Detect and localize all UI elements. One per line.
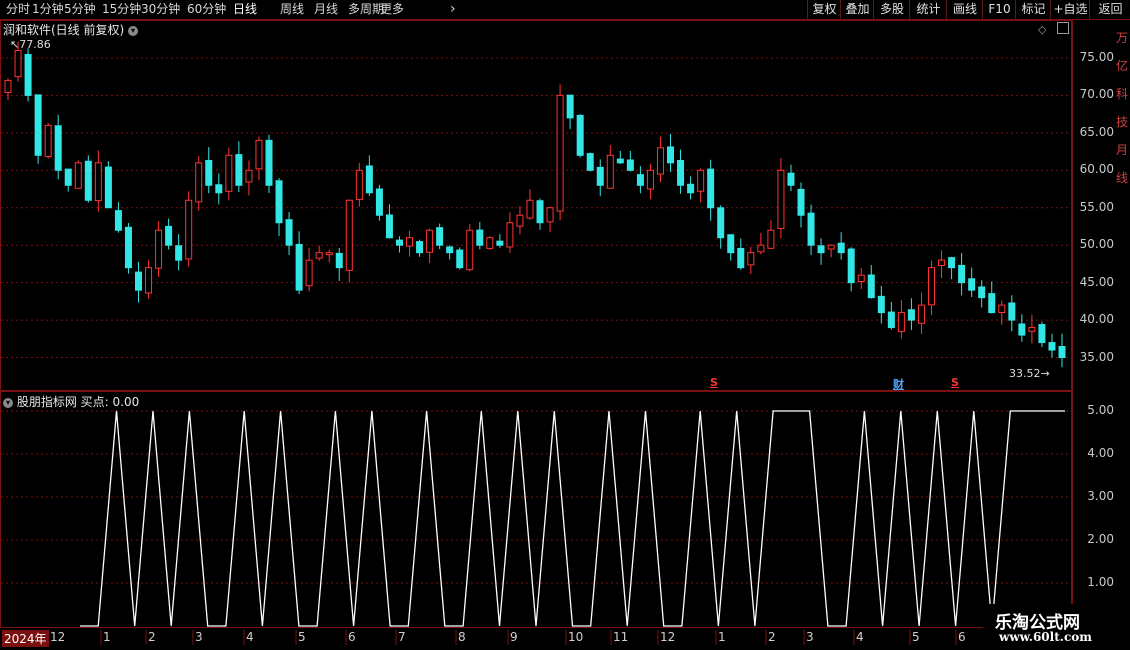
month-label: 12 — [660, 630, 676, 644]
right-edge-strip: 万亿科技月线 — [1116, 31, 1129, 185]
indicator-tick-label: 5.00 — [1087, 403, 1114, 417]
year-label: 2024年 — [2, 630, 49, 647]
month-label: 5 — [298, 630, 306, 644]
month-label: 1 — [718, 630, 726, 644]
month-label: 7 — [398, 630, 406, 644]
month-label: 10 — [568, 630, 584, 644]
month-label: 4 — [856, 630, 864, 644]
month-label: 5 — [912, 630, 920, 644]
month-label: 1 — [103, 630, 111, 644]
month-label: 9 — [510, 630, 518, 644]
month-label: 3 — [806, 630, 814, 644]
indicator-line — [80, 410, 1065, 627]
month-label: 2 — [768, 630, 776, 644]
indicator-tick-label: 3.00 — [1087, 489, 1114, 503]
month-label: 4 — [246, 630, 254, 644]
watermark: 乐淘公式网 www.60lt.com — [983, 604, 1130, 650]
month-label: 11 — [613, 630, 629, 644]
indicator-tick-label: 2.00 — [1087, 532, 1114, 546]
indicator-tick-label: 4.00 — [1087, 446, 1114, 460]
indicator-tick-label: 1.00 — [1087, 575, 1114, 589]
month-label: 8 — [458, 630, 466, 644]
indicator-chart — [0, 391, 1073, 645]
month-label: 3 — [195, 630, 203, 644]
month-label: 6 — [958, 630, 966, 644]
month-label: 2 — [148, 630, 156, 644]
month-label: 6 — [348, 630, 356, 644]
month-label: 12 — [50, 630, 66, 644]
